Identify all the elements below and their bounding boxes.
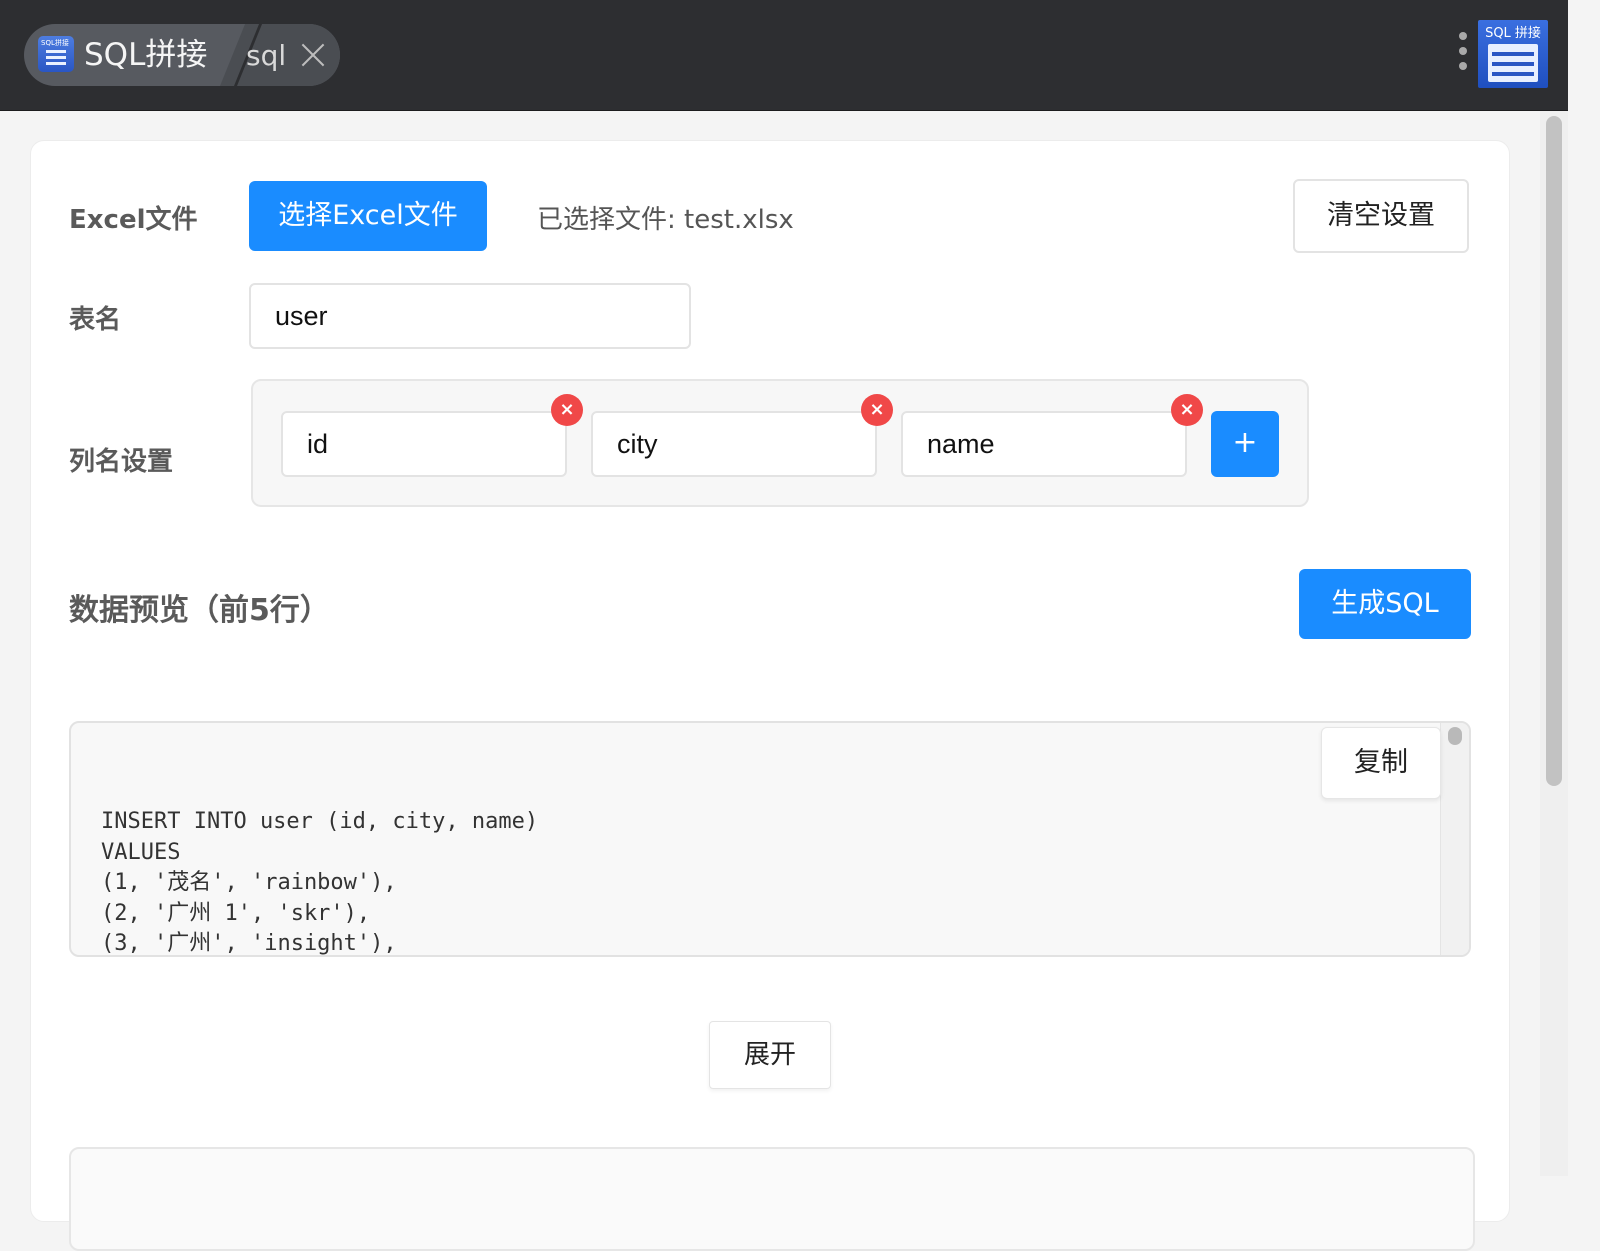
- sql-app-icon-label: SQL拼接: [41, 39, 69, 47]
- delete-column-icon[interactable]: ×: [551, 394, 583, 426]
- choose-excel-button[interactable]: 选择Excel文件: [249, 181, 487, 251]
- columns-label: 列名设置: [69, 447, 174, 477]
- page-scrollbar-thumb[interactable]: [1546, 116, 1562, 786]
- sql-app-icon: SQL拼接: [38, 36, 74, 72]
- tab-subtitle[interactable]: sql: [246, 34, 286, 78]
- sql-output-box[interactable]: INSERT INTO user (id, city, name) VALUES…: [69, 721, 1471, 957]
- next-section-box: [69, 1147, 1475, 1251]
- column-input-city[interactable]: [591, 411, 877, 477]
- clear-settings-button[interactable]: 清空设置: [1293, 179, 1469, 253]
- selected-file-text: 已选择文件: test.xlsx: [537, 205, 794, 235]
- delete-column-icon[interactable]: ×: [1171, 394, 1203, 426]
- table-name-input[interactable]: [249, 283, 691, 349]
- more-options-icon[interactable]: [1456, 32, 1470, 78]
- delete-column-icon[interactable]: ×: [861, 394, 893, 426]
- add-column-button[interactable]: +: [1211, 411, 1279, 477]
- generate-sql-button[interactable]: 生成SQL: [1299, 569, 1471, 639]
- tab-title[interactable]: SQL拼接: [84, 32, 207, 78]
- close-icon[interactable]: [300, 42, 326, 68]
- sql-output-text: INSERT INTO user (id, city, name) VALUES…: [101, 809, 539, 956]
- code-scrollbar-thumb[interactable]: [1448, 727, 1462, 745]
- excel-file-label: Excel文件: [69, 205, 198, 235]
- column-input-id[interactable]: [281, 411, 567, 477]
- title-bar: SQL拼接 SQL拼接 sql SQL 拼接: [0, 0, 1568, 111]
- code-scrollbar[interactable]: [1440, 723, 1469, 955]
- expand-button[interactable]: 展开: [709, 1021, 831, 1089]
- column-input-name[interactable]: [901, 411, 1187, 477]
- app-logo-text: SQL 拼接: [1485, 26, 1541, 41]
- app-logo: SQL 拼接: [1478, 20, 1548, 88]
- main-card: Excel文件 选择Excel文件 已选择文件: test.xlsx 清空设置 …: [30, 140, 1510, 1251]
- copy-button[interactable]: 复制: [1321, 727, 1441, 799]
- table-name-label: 表名: [69, 305, 122, 335]
- preview-title: 数据预览（前5行）: [69, 593, 330, 628]
